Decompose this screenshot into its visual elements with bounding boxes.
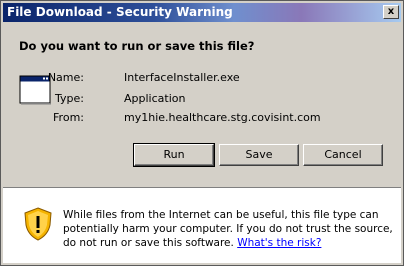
question-heading: Do you want to run or save this file? [19, 39, 255, 53]
title-bar[interactable]: File Download - Security Warning x [3, 3, 401, 22]
name-label: Name: [47, 71, 84, 84]
type-value: Application [124, 92, 186, 105]
close-icon: x [387, 6, 395, 17]
type-label: Type: [55, 92, 84, 105]
file-download-dialog: File Download - Security Warning x Do yo… [0, 0, 404, 266]
cancel-button[interactable]: Cancel [303, 144, 383, 166]
warning-text: While files from the Internet can be use… [63, 209, 393, 249]
window-title: File Download - Security Warning [7, 5, 233, 19]
from-label: From: [53, 111, 84, 124]
from-value: my1hie.healthcare.stg.covisint.com [124, 111, 321, 124]
name-value: InterfaceInstaller.exe [124, 71, 240, 84]
warning-message: While files from the Internet can be use… [63, 208, 397, 250]
shield-warning-icon [24, 207, 52, 241]
save-button[interactable]: Save [219, 144, 299, 166]
close-button[interactable]: x [383, 5, 399, 19]
run-button[interactable]: Run [133, 143, 215, 167]
whats-the-risk-link[interactable]: What's the risk? [237, 237, 321, 249]
warning-panel: While files from the Internet can be use… [3, 189, 401, 263]
